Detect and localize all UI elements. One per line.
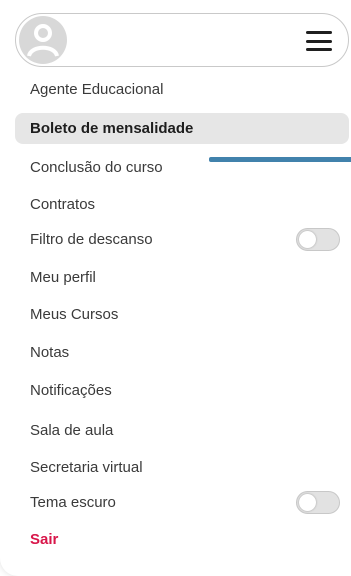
menu-item-sala-de-aula[interactable]: Sala de aula	[15, 415, 349, 446]
hamburger-menu-icon[interactable]	[302, 28, 336, 54]
logout-label: Sair	[30, 531, 59, 548]
background-accent-bar	[209, 157, 351, 162]
menu-item-label: Conclusão do curso	[30, 159, 163, 176]
menu-item-label: Meus Cursos	[30, 306, 119, 323]
menu-item-label: Agente Educacional	[30, 81, 164, 98]
menu-item-secretaria-virtual[interactable]: Secretaria virtual	[15, 452, 349, 483]
toggle-knob	[299, 231, 316, 248]
user-avatar-icon[interactable]	[19, 16, 67, 64]
menu-item-boleto-de-mensalidade[interactable]: Boleto de mensalidade	[15, 113, 349, 144]
dark-theme-toggle[interactable]	[296, 491, 340, 514]
menu-line	[306, 31, 332, 34]
menu-item-label: Meu perfil	[30, 269, 96, 286]
person-icon	[27, 24, 59, 57]
menu-item-label: Contratos	[30, 196, 96, 213]
menu-item-agente-educacional[interactable]: Agente Educacional	[15, 74, 349, 105]
rest-filter-toggle[interactable]	[296, 228, 340, 251]
menu-line	[306, 48, 332, 51]
menu-item-label: Notificações	[30, 382, 112, 399]
toggle-knob	[299, 494, 316, 511]
menu-item-label: Notas	[30, 344, 70, 361]
menu-item-label: Filtro de descanso	[30, 231, 153, 248]
menu-line	[306, 39, 332, 43]
menu-item-meus-cursos[interactable]: Meus Cursos	[15, 299, 349, 330]
menu-item-label: Sala de aula	[30, 422, 114, 439]
menu-item-label: Tema escuro	[30, 494, 116, 511]
profile-header	[15, 13, 349, 67]
menu-item-meu-perfil[interactable]: Meu perfil	[15, 262, 349, 293]
menu-item-sair[interactable]: Sair	[15, 524, 349, 555]
sidebar-menu-panel: Agente Educacional Boleto de mensalidade…	[0, 0, 351, 576]
menu-item-notificacoes[interactable]: Notificações	[15, 375, 349, 406]
menu-item-contratos[interactable]: Contratos	[15, 189, 349, 220]
menu-item-notas[interactable]: Notas	[15, 337, 349, 368]
menu-item-label: Boleto de mensalidade	[30, 120, 194, 137]
menu-item-label: Secretaria virtual	[30, 459, 143, 476]
